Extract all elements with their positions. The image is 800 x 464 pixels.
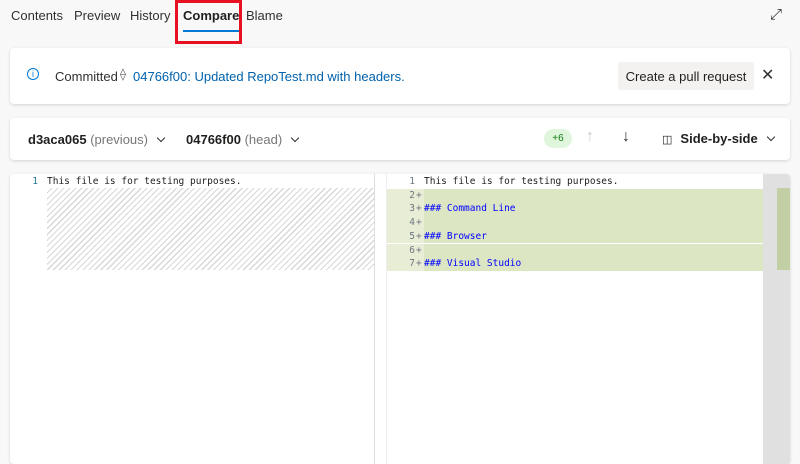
- base-commit: d3aca065: [28, 132, 87, 147]
- tab-blame[interactable]: Blame: [246, 8, 283, 23]
- view-mode-selector[interactable]: ◫ Side-by-side: [662, 131, 775, 146]
- code-line: 5 + ### Browser: [387, 229, 763, 244]
- removed-placeholder-hatch: [47, 188, 374, 270]
- base-commit-selector[interactable]: d3aca065 (previous): [28, 132, 166, 147]
- line-number: 2: [409, 189, 415, 201]
- close-icon[interactable]: ✕: [761, 65, 774, 85]
- line-number: 5: [409, 230, 415, 242]
- added-marker: +: [416, 189, 422, 201]
- line-text: ### Command Line: [424, 203, 516, 215]
- code-line: 3 + ### Command Line: [387, 202, 763, 217]
- pane-divider[interactable]: [376, 174, 387, 464]
- tab-bar: Contents Preview History Compare Blame ⤢: [0, 0, 800, 44]
- create-pull-request-button[interactable]: Create a pull request: [618, 62, 754, 90]
- tab-preview[interactable]: Preview: [74, 8, 120, 23]
- added-marker: +: [416, 203, 422, 215]
- expand-icon[interactable]: ⤢: [770, 6, 782, 23]
- modified-pane[interactable]: 1 This file is for testing purposes. 2 +3 + #…: [387, 174, 763, 464]
- committed-label: Committed: [55, 69, 118, 84]
- line-text: ### Visual Studio: [424, 258, 522, 270]
- line-text: ### Browser: [424, 230, 487, 242]
- next-change-arrow-down-icon[interactable]: ↓: [622, 128, 630, 146]
- info-icon: i: [27, 68, 39, 80]
- added-marker: +: [416, 217, 422, 229]
- base-tag: (previous): [90, 132, 148, 147]
- line-number: 1: [32, 176, 38, 187]
- scrollbar[interactable]: [763, 174, 790, 464]
- tab-contents[interactable]: Contents: [11, 8, 63, 23]
- code-line: 7 + ### Visual Studio: [387, 257, 763, 271]
- added-marker: +: [416, 244, 422, 256]
- target-commit: 04766f00: [186, 132, 241, 147]
- code-line: 1 This file is for testing purposes.: [10, 175, 374, 189]
- tab-history[interactable]: History: [130, 8, 170, 23]
- code-line: 2 +: [387, 188, 763, 203]
- line-text: This file is for testing purposes.: [424, 176, 619, 187]
- compare-toolbar: d3aca065 (previous) 04766f00 (head) +6 ↑…: [10, 118, 790, 160]
- line-number: 3: [409, 203, 415, 215]
- chevron-down-icon: [290, 133, 300, 143]
- line-number: 1: [409, 176, 415, 187]
- line-number: 6: [409, 244, 415, 256]
- commit-icon: ⟠: [120, 67, 126, 81]
- chevron-down-icon: [156, 133, 166, 143]
- original-pane[interactable]: 1 This file is for testing purposes.: [10, 174, 375, 464]
- code-line: 6 +: [387, 243, 763, 258]
- highlight-box: [175, 0, 242, 44]
- added-marker: +: [416, 258, 422, 270]
- side-by-side-icon: ◫: [662, 134, 673, 146]
- changes-badge: +6: [544, 129, 572, 148]
- code-line: 1 This file is for testing purposes.: [387, 175, 763, 189]
- chevron-down-icon: [766, 132, 775, 142]
- line-text: This file is for testing purposes.: [47, 176, 242, 187]
- line-number: 4: [409, 217, 415, 229]
- target-commit-selector[interactable]: 04766f00 (head): [186, 132, 300, 147]
- scrollbar-change-marker: [777, 188, 790, 270]
- previous-change-arrow-up-icon[interactable]: ↑: [586, 128, 594, 146]
- line-number: 7: [409, 258, 415, 270]
- diff-editor: 1 This file is for testing purposes. 1 Thi…: [10, 174, 790, 464]
- added-marker: +: [416, 230, 422, 242]
- code-line: 4 +: [387, 216, 763, 230]
- commit-info-banner: i Committed ⟠ 04766f00: Updated RepoTest…: [10, 48, 790, 104]
- view-mode-label: Side-by-side: [680, 131, 758, 146]
- target-tag: (head): [244, 132, 283, 147]
- commit-link[interactable]: 04766f00: Updated RepoTest.md with heade…: [133, 69, 405, 84]
